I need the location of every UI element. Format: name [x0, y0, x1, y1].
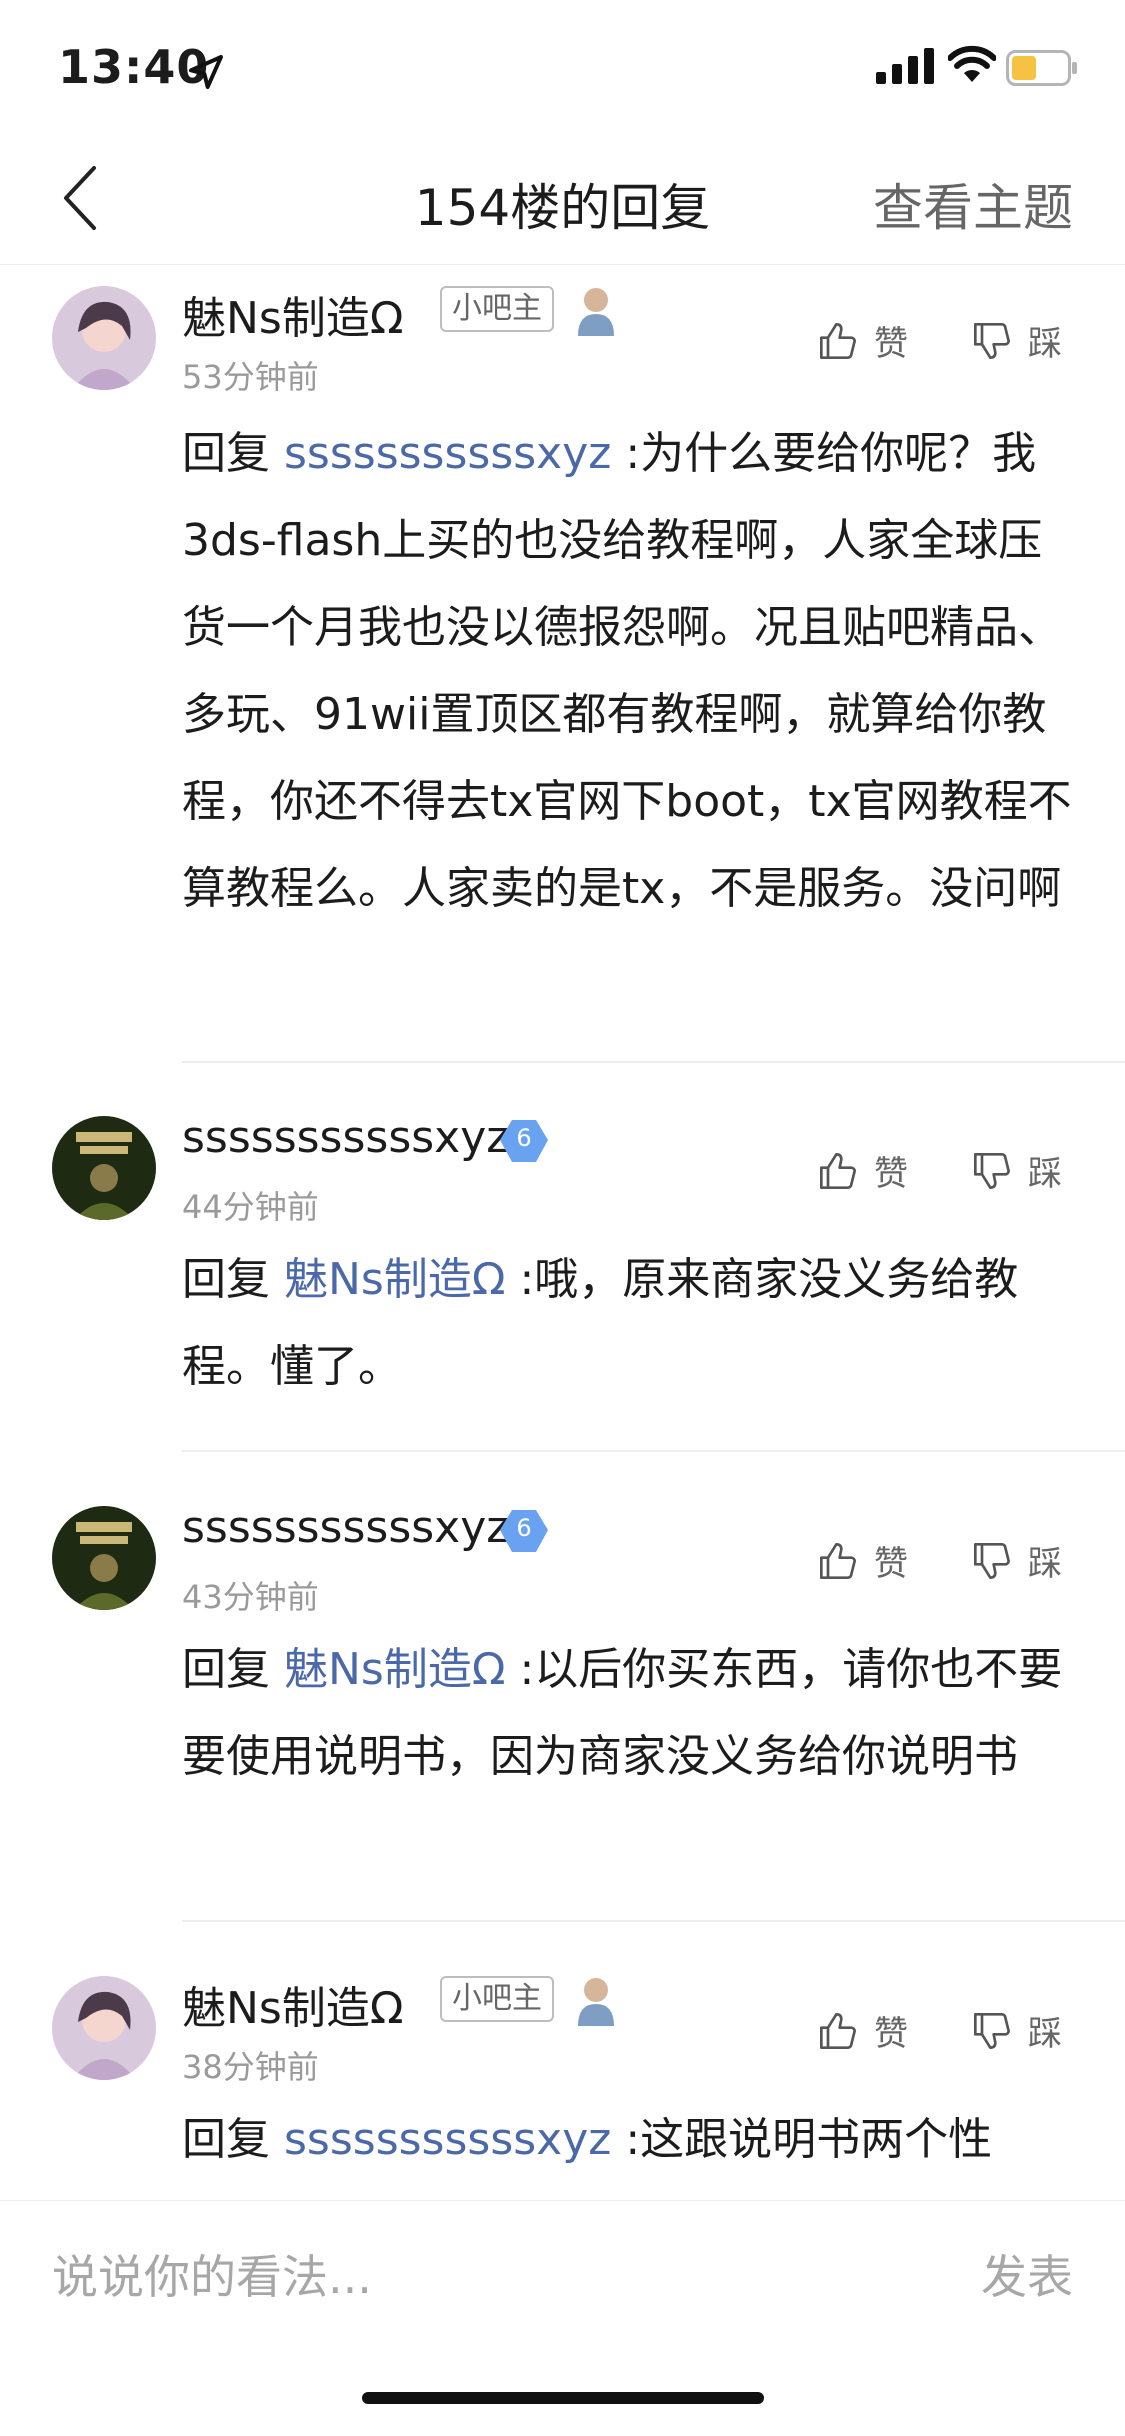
thumbs-down-icon — [974, 2012, 1010, 2049]
dislike-label: 踩 — [1028, 2014, 1062, 2054]
avatar[interactable] — [52, 286, 156, 390]
divider — [182, 1450, 1125, 1452]
battery-icon — [1006, 50, 1077, 86]
reply-prefix: 回复 — [182, 1254, 284, 1305]
moderator-icon — [578, 1978, 614, 2026]
thumbs-up-icon — [820, 1542, 856, 1579]
thumbs-down-icon — [974, 322, 1010, 359]
like-button[interactable]: 赞 — [818, 316, 908, 365]
like-label: 赞 — [874, 1154, 908, 1194]
nav-header: 154楼的回复 查看主题 — [0, 132, 1125, 265]
comment-bar: 说说你的看法... 发表 — [0, 2200, 1125, 2337]
thumbs-down-icon — [974, 1152, 1010, 1189]
like-button[interactable]: 赞 — [818, 1536, 908, 1585]
reply-prefix: 回复 — [182, 2114, 284, 2165]
thumbs-up-icon — [820, 2012, 856, 2049]
location-arrow-icon — [189, 55, 223, 89]
like-label: 赞 — [874, 324, 908, 364]
thumbs-up-icon — [820, 1152, 856, 1189]
like-label: 赞 — [874, 2014, 908, 2054]
thumbs-down-icon — [974, 1542, 1010, 1579]
thumbs-up-icon — [820, 322, 856, 359]
moderator-badge: 小吧主 — [440, 286, 554, 332]
mention-link[interactable]: 魅Ns制造Ω — [284, 1644, 505, 1695]
divider — [182, 1920, 1125, 1922]
divider — [182, 1061, 1125, 1063]
reply-prefix: 回复 — [182, 1644, 284, 1695]
avatar[interactable] — [52, 1506, 156, 1610]
avatar[interactable] — [52, 1116, 156, 1220]
username[interactable]: sssssssssssxyz — [182, 1112, 509, 1163]
signal-icon — [876, 48, 934, 84]
like-label: 赞 — [874, 1544, 908, 1584]
username[interactable]: 魅Ns制造Ω — [182, 1972, 403, 2036]
reply-content: 回复 sssssssssssxyz :这跟说明书两个性 — [182, 2096, 1072, 2198]
home-indicator[interactable] — [362, 2392, 764, 2404]
status-bar: 13:40 — [0, 0, 1125, 132]
moderator-icon — [578, 288, 614, 336]
mention-link[interactable]: sssssssssssxyz — [284, 2114, 611, 2165]
dislike-button[interactable]: 踩 — [972, 2006, 1062, 2055]
timestamp: 38分钟前 — [182, 2048, 319, 2086]
dislike-label: 踩 — [1028, 324, 1062, 364]
wifi-icon — [948, 45, 996, 82]
reply-content: 回复 魅Ns制造Ω :以后你买东西，请你也不要要使用说明书，因为商家没义务给你说… — [182, 1626, 1072, 1800]
level-badge: 6 — [498, 1508, 550, 1554]
timestamp: 44分钟前 — [182, 1188, 319, 1226]
timestamp: 43分钟前 — [182, 1578, 319, 1616]
reply-content: 回复 sssssssssssxyz :为什么要给你呢？我3ds-flash上买的… — [182, 410, 1072, 932]
post-button[interactable]: 发表 — [981, 2241, 1073, 2307]
dislike-button[interactable]: 踩 — [972, 316, 1062, 365]
dislike-button[interactable]: 踩 — [972, 1146, 1062, 1195]
level-number: 6 — [516, 1514, 532, 1542]
dislike-button[interactable]: 踩 — [972, 1536, 1062, 1585]
dislike-label: 踩 — [1028, 1544, 1062, 1584]
dislike-label: 踩 — [1028, 1154, 1062, 1194]
like-button[interactable]: 赞 — [818, 1146, 908, 1195]
username[interactable]: 魅Ns制造Ω — [182, 282, 403, 346]
username[interactable]: sssssssssssxyz — [182, 1502, 509, 1553]
reply-content: 回复 魅Ns制造Ω :哦，原来商家没义务给教程。懂了。 — [182, 1236, 1072, 1410]
like-button[interactable]: 赞 — [818, 2006, 908, 2055]
avatar[interactable] — [52, 1976, 156, 2080]
reply-text: :为什么要给你呢？我3ds-flash上买的也没给教程啊，人家全球压货一个月我也… — [182, 428, 1072, 914]
reply-prefix: 回复 — [182, 428, 284, 479]
mention-link[interactable]: 魅Ns制造Ω — [284, 1254, 505, 1305]
level-badge: 6 — [498, 1118, 550, 1164]
moderator-badge: 小吧主 — [440, 1976, 554, 2022]
timestamp: 53分钟前 — [182, 358, 319, 396]
comment-input[interactable]: 说说你的看法... — [52, 2241, 372, 2307]
reply-text: :这跟说明书两个性 — [611, 2114, 993, 2165]
level-number: 6 — [516, 1124, 532, 1152]
view-topic-button[interactable]: 查看主题 — [873, 168, 1073, 240]
mention-link[interactable]: sssssssssssxyz — [284, 428, 611, 479]
